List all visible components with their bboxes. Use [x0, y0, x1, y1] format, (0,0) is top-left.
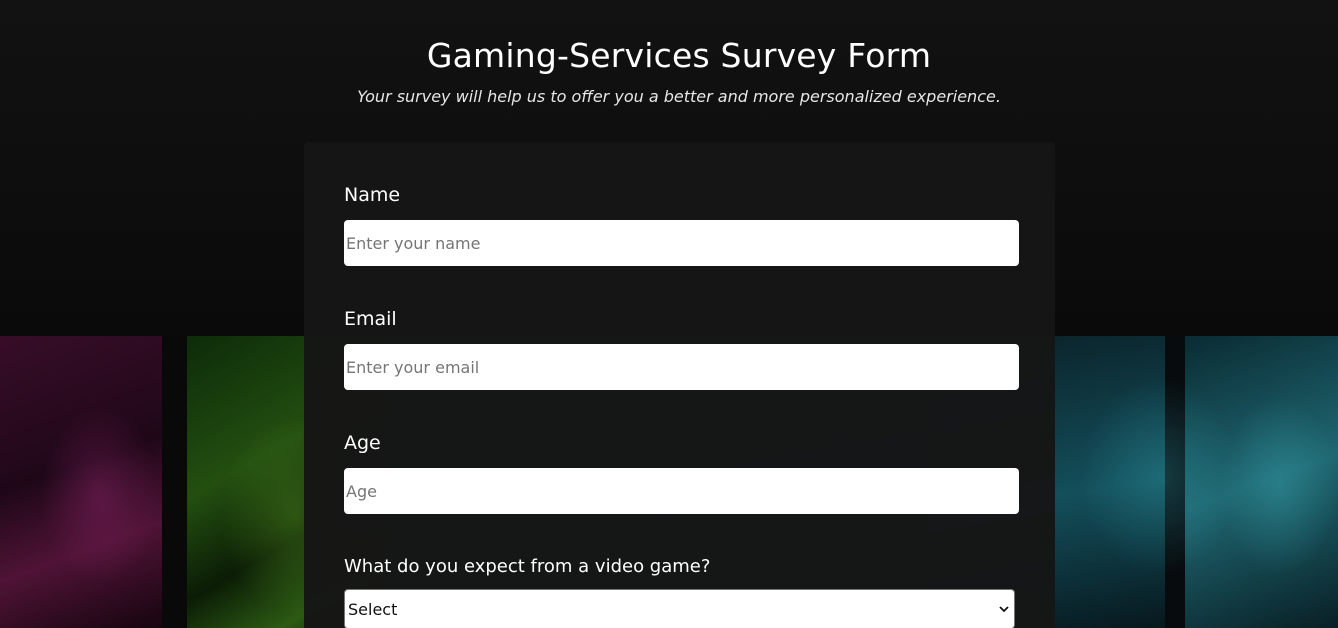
age-label: Age: [344, 432, 381, 454]
name-input[interactable]: [344, 220, 1019, 266]
chevron-down-icon: [997, 602, 1011, 616]
expectation-select[interactable]: Select: [344, 589, 1015, 628]
expectation-label: What do you expect from a video game?: [344, 556, 711, 577]
name-label: Name: [344, 184, 401, 206]
page-subtitle: Your survey will help us to offer you a …: [357, 87, 1001, 106]
survey-form: Name Email Age What do you expect from a…: [304, 142, 1055, 628]
email-label: Email: [344, 308, 397, 330]
email-input[interactable]: [344, 344, 1019, 390]
age-input[interactable]: [344, 468, 1019, 514]
page-title: Gaming-Services Survey Form: [426, 36, 932, 75]
expectation-selected-value: Select: [348, 599, 398, 619]
survey-page: Gaming-Services Survey Form Your survey …: [0, 0, 1338, 628]
